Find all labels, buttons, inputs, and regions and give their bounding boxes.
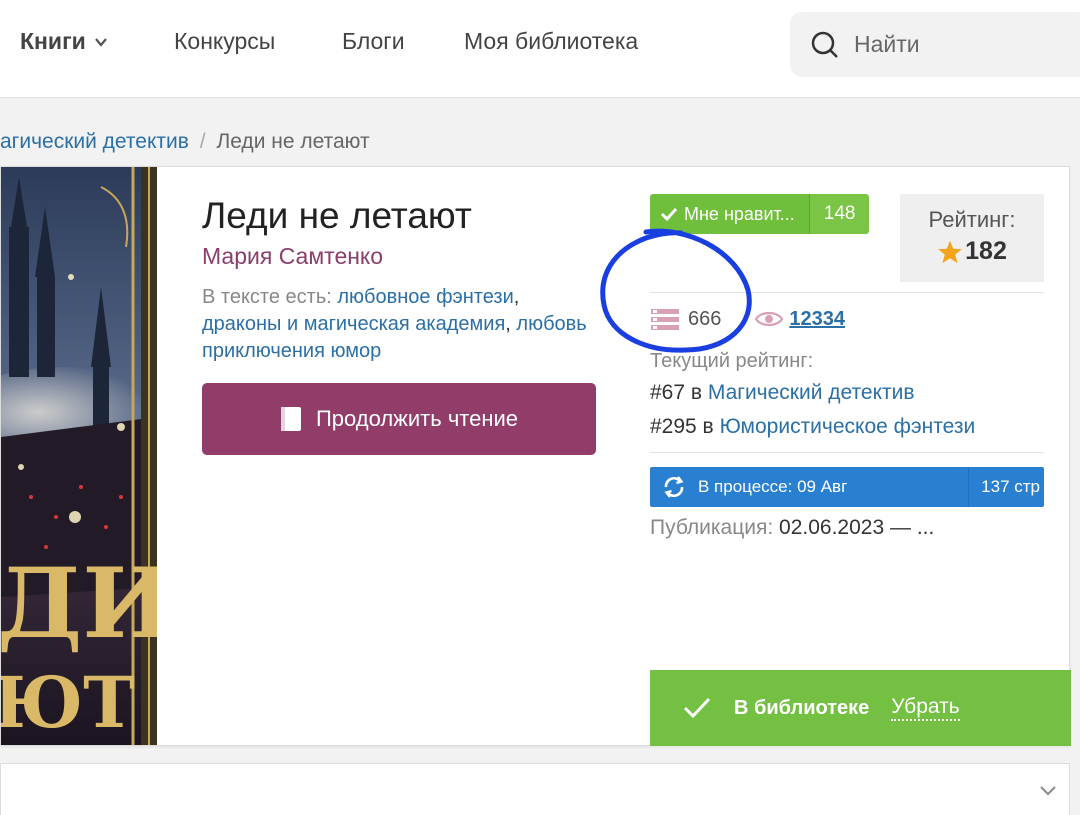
book-cover-image[interactable]: ДИ ЮТ [1,167,157,745]
views-count-link[interactable]: 12334 [789,308,845,331]
rank2-prefix: #295 в [650,415,714,438]
book-icon [280,407,301,431]
refresh-icon [664,476,684,498]
rank-line-1: #67 в Магический детектив [650,381,915,405]
nav-books-label: Книги [20,28,86,54]
publication-date: 02.06.2023 — ... [779,516,935,539]
book-title: Леди не летают [202,195,472,236]
breadcrumb: агический детектив / Леди не летают [0,130,370,154]
library-shelf-icon [651,309,679,330]
tags-label: В тексте есть: [202,286,332,308]
breadcrumb-current: Леди не летают [216,130,370,153]
stats-row: 666 12334 [650,307,845,331]
in-library-label: В библиотеке [734,696,870,719]
checkmark-icon [683,697,711,719]
page-count: 137 стр [981,477,1040,496]
rank1-prefix: #67 в [650,381,703,404]
breadcrumb-genre-link[interactable]: агический детектив [0,130,189,153]
breadcrumb-separator: / [199,130,206,153]
rating-value: 182 [965,237,1007,265]
divider [650,292,1044,293]
nav-blogs-label: Блоги [342,28,405,54]
rating-label: Рейтинг: [928,207,1016,232]
star-icon [938,240,963,263]
like-count: 148 [809,194,870,234]
nav-contests-link[interactable]: Конкурсы [174,28,275,55]
rating-value-row: 182 [900,237,1044,266]
nav-blogs-link[interactable]: Блоги [342,28,405,55]
collapsed-section-dropdown[interactable] [0,763,1070,815]
cover-title-line2: ЮТ [1,661,135,744]
search-box [790,12,1080,77]
publication-label: Публикация: [650,516,774,539]
continue-reading-button[interactable]: Продолжить чтение [202,383,596,455]
rating-box: Рейтинг: 182 [900,194,1044,282]
chevron-down-icon [94,37,107,47]
remove-from-library-link[interactable]: Убрать [891,695,960,721]
rank2-genre-link[interactable]: Юмористическое фэнтези [720,415,976,438]
publication-line: Публикация: 02.06.2023 — ... [650,516,934,540]
chevron-down-icon [1040,786,1056,796]
nav-contests-label: Конкурсы [174,28,276,54]
cover-title-line1: ДИ [1,547,157,660]
divider [650,452,1044,453]
status-bar: В процессе: 09 Авг 137 стр [650,467,1044,507]
current-rating-label: Текущий рейтинг: [650,350,814,372]
eye-icon [755,311,784,327]
nav-books-dropdown[interactable]: Книги [20,28,108,55]
nav-my-library-link[interactable]: Моя библиотека [464,28,638,55]
tag-link[interactable]: любовное фэнтези [337,286,513,308]
book-card: ДИ ЮТ Леди не летают Мария Самтенко В те… [0,166,1071,746]
library-count: 666 [688,307,722,330]
in-library-bar: В библиотеке Убрать [650,670,1071,746]
tag-link[interactable]: драконы и магическая академия [202,313,505,335]
continue-reading-label: Продолжить чтение [315,406,519,431]
like-button[interactable]: Мне нравит... 148 [650,194,870,234]
nav-my-library-label: Моя библиотека [464,28,639,54]
status-label: В процессе: 09 Авг [698,477,848,496]
search-icon [811,31,838,58]
book-tags: В тексте есть: любовное фэнтези, драконы… [202,286,587,362]
search-input[interactable] [854,31,1054,58]
book-author-link[interactable]: Мария Самтенко [202,243,383,270]
like-label: Мне нравит... [684,203,795,224]
top-navigation-bar: Книги Конкурсы Блоги Моя библиотека [0,0,1080,98]
checkmark-icon [660,207,678,222]
rank1-genre-link[interactable]: Магический детектив [708,381,915,404]
rank-line-2: #295 в Юмористическое фэнтези [650,415,975,439]
